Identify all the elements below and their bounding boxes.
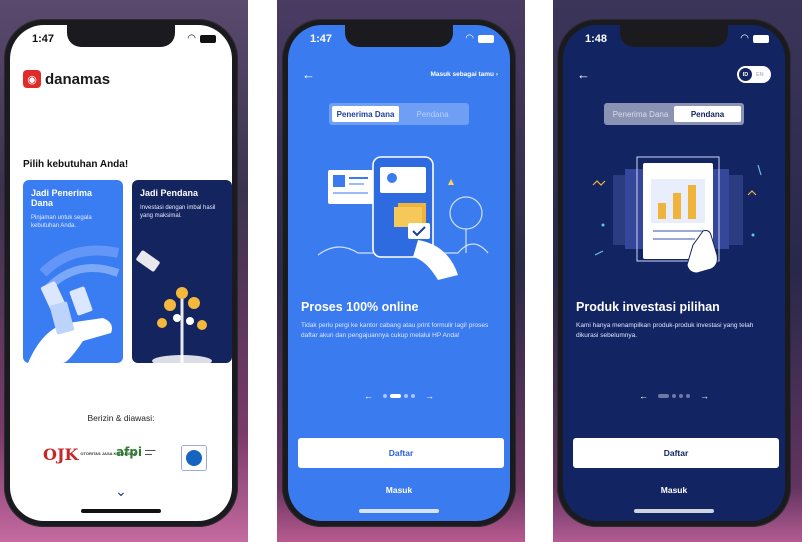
- wifi-icon: ◠: [187, 33, 196, 44]
- home-indicator: [81, 509, 161, 513]
- afpi-mark: afpi: [116, 445, 143, 459]
- guest-login-label: Masuk sebagai tamu: [430, 71, 495, 78]
- borrower-card[interactable]: Jadi Penerima Dana Pinjaman untuk segala…: [23, 180, 123, 363]
- home-indicator: [634, 509, 714, 513]
- pager-dots: [383, 394, 415, 398]
- regulated-label: Berizin & diawasi:: [87, 413, 155, 423]
- role-segmented-control: Penerima Dana Pendana: [329, 103, 469, 125]
- borrower-card-desc: Pinjaman untuk segala kebutuhan Anda.: [31, 215, 92, 230]
- choose-heading: Pilih kebutuhan Anda!: [23, 159, 129, 170]
- lender-card-desc: Investasi dengan imbal hasil yang maksim…: [140, 205, 216, 220]
- chevron-down-icon[interactable]: ⌄: [10, 483, 232, 500]
- register-button[interactable]: Daftar: [298, 438, 504, 468]
- kominfo-logo: [181, 445, 207, 471]
- tab-lender[interactable]: Pendana: [399, 106, 466, 122]
- slide-pager: ← →: [563, 391, 785, 401]
- notch: [345, 25, 453, 47]
- status-icons: ◠: [465, 33, 494, 44]
- lender-card-title: Jadi Pendana: [140, 188, 199, 198]
- status-time: 1:47: [310, 33, 333, 45]
- pager-dot[interactable]: [679, 394, 683, 398]
- status-icons: ◠: [187, 33, 216, 44]
- register-button[interactable]: Daftar: [573, 438, 779, 468]
- money-tree-illustration: [136, 250, 212, 363]
- tab-borrower[interactable]: Penerima Dana: [332, 106, 399, 122]
- slide-description: Kami hanya menampilkan produk-produk inv…: [576, 322, 754, 340]
- danamas-logo-icon: ◉: [23, 70, 41, 88]
- guest-login-link[interactable]: Masuk sebagai tamu ›: [430, 71, 498, 78]
- login-button[interactable]: Masuk: [563, 485, 785, 495]
- afpi-text: ▬▬▬ ▬▬: [145, 447, 156, 456]
- pager-dot[interactable]: [672, 394, 676, 398]
- lender-card[interactable]: Jadi Pendana Investasi dengan imbal hasi…: [132, 180, 232, 363]
- arrow-left-icon[interactable]: ←: [364, 391, 373, 401]
- status-time: 1:48: [585, 33, 608, 45]
- slide-headline: Produk investasi pilihan: [576, 300, 720, 314]
- screen-choose-role: 1:47 ◠ ◉ danamas Pilih kebutuhan Anda! J…: [10, 25, 232, 521]
- tab-lender[interactable]: Pendana: [674, 106, 741, 122]
- battery-icon: [753, 34, 769, 43]
- ojk-mark: OJK: [43, 445, 79, 464]
- role-segmented-control: Penerima Dana Pendana: [604, 103, 744, 125]
- screen-onboarding-borrower: 1:47 ◠ ← Masuk sebagai tamu › Penerima D…: [288, 25, 510, 521]
- pager-dot[interactable]: [383, 394, 387, 398]
- language-toggle[interactable]: ID EN: [737, 66, 771, 83]
- lang-option-active: ID: [739, 68, 752, 81]
- brand-name: danamas: [45, 70, 111, 88]
- screen-onboarding-lender: 1:48 ◠ ← ID EN Penerima Dana Pendana Pro…: [563, 25, 785, 521]
- pager-dot-active[interactable]: [390, 394, 401, 398]
- back-arrow-icon[interactable]: ←: [577, 67, 590, 82]
- back-arrow-icon[interactable]: ←: [302, 67, 315, 82]
- wifi-icon: ◠: [740, 33, 749, 44]
- chevron-right-icon: ›: [495, 71, 498, 78]
- notch: [620, 25, 728, 47]
- slide-pager: ← →: [288, 391, 510, 401]
- pager-dot[interactable]: [686, 394, 690, 398]
- pager-dot[interactable]: [411, 394, 415, 398]
- notch: [67, 25, 175, 47]
- afpi-logo: afpi ▬▬▬ ▬▬: [116, 445, 156, 459]
- kominfo-emblem-icon: [186, 450, 202, 466]
- home-indicator: [359, 509, 439, 513]
- pager-dots: [658, 394, 690, 398]
- online-process-illustration: [317, 156, 489, 280]
- phone-choose-role: 1:47 ◠ ◉ danamas Pilih kebutuhan Anda! J…: [4, 19, 238, 527]
- tab-borrower[interactable]: Penerima Dana: [607, 106, 674, 122]
- pager-dot-active[interactable]: [658, 394, 669, 398]
- pager-dot[interactable]: [404, 394, 408, 398]
- wifi-icon: ◠: [465, 33, 474, 44]
- phone-onboarding-borrower: 1:47 ◠ ← Masuk sebagai tamu › Penerima D…: [282, 19, 516, 527]
- lang-option-inactive: EN: [756, 71, 764, 78]
- status-icons: ◠: [740, 33, 769, 44]
- money-hand-illustration: [28, 245, 120, 363]
- investment-product-illustration: [592, 156, 762, 274]
- brand-logo: ◉ danamas: [23, 70, 110, 88]
- slide-headline: Proses 100% online: [301, 300, 419, 314]
- battery-icon: [200, 34, 216, 43]
- phone-onboarding-lender: 1:48 ◠ ← ID EN Penerima Dana Pendana Pro…: [557, 19, 791, 527]
- borrower-card-title: Jadi Penerima Dana: [31, 188, 93, 208]
- arrow-left-icon[interactable]: ←: [639, 391, 648, 401]
- login-button[interactable]: Masuk: [288, 485, 510, 495]
- slide-description: Tidak perlu pergi ke kantor cabang atau …: [301, 322, 489, 340]
- battery-icon: [478, 34, 494, 43]
- arrow-right-icon[interactable]: →: [425, 391, 434, 401]
- status-time: 1:47: [32, 33, 55, 45]
- arrow-right-icon[interactable]: →: [700, 391, 709, 401]
